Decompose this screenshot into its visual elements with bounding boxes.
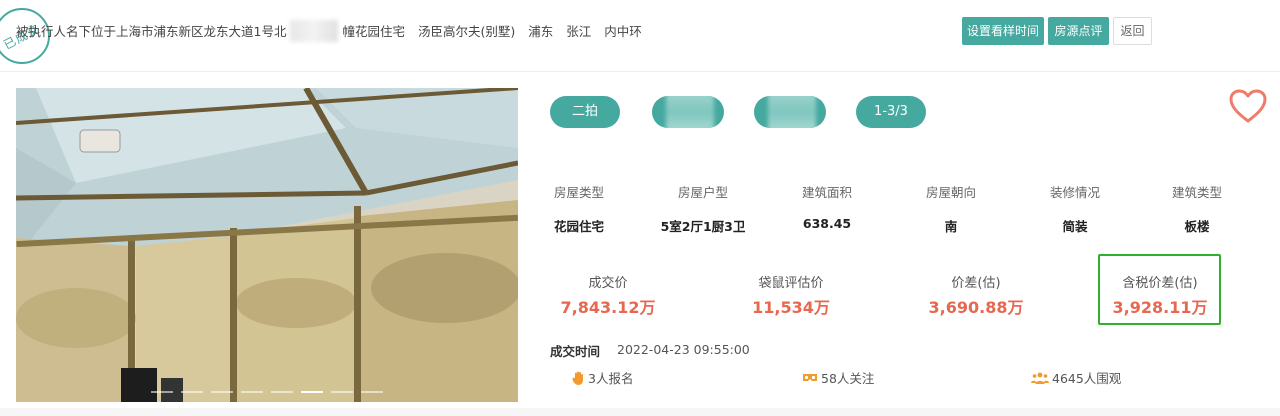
tag-district: 浦东 — [528, 24, 554, 39]
gallery-dot[interactable] — [271, 391, 293, 393]
gallery-dot[interactable] — [181, 391, 203, 393]
tag-area: 张江 — [566, 24, 592, 39]
auction-round-badge: 二拍 — [550, 96, 620, 128]
deal-time-value: 2022-04-23 09:55:00 — [617, 342, 750, 357]
attr-label-layout: 房屋户型 — [677, 185, 728, 200]
property-review-button[interactable]: 房源点评 — [1048, 17, 1109, 45]
attr-value-layout: 5室2厅1厨3卫 — [660, 219, 746, 234]
hand-icon — [572, 371, 583, 385]
gallery-dot[interactable] — [241, 391, 263, 393]
attr-label-house-type: 房屋类型 — [553, 185, 604, 200]
title-property-type: 幢花园住宅 — [342, 24, 405, 39]
favorite-heart-icon[interactable] — [1228, 88, 1268, 124]
attr-label-orientation: 房屋朝向 — [925, 185, 976, 200]
people-icon — [1031, 372, 1049, 384]
price-value-deal: 7,843.12万 — [560, 298, 656, 317]
follower-count-text: 58人关注 — [821, 371, 875, 386]
price-value-appraisal: 11,534万 — [752, 298, 830, 317]
vr-glasses-icon — [803, 373, 817, 381]
gallery-dot-active[interactable] — [301, 391, 323, 393]
gallery-dot[interactable] — [361, 391, 383, 393]
attr-label-area: 建筑面积 — [801, 185, 852, 200]
price-label-deal: 成交价 — [588, 276, 628, 291]
title-address: 被执行人名下位于上海市浦东新区龙东大道1号北 — [16, 24, 287, 39]
listing-header: 已成交 被执行人名下位于上海市浦东新区龙东大道1号北 幢花园住宅 汤臣高尔夫(别墅… — [0, 0, 1280, 72]
attr-value-building-type: 板楼 — [1184, 219, 1210, 234]
attr-label-building-type: 建筑类型 — [1171, 185, 1222, 200]
attr-value-area: 638.45 — [802, 216, 852, 231]
viewer-count: 4645人围观 — [1031, 368, 1121, 387]
tag-community: 汤臣高尔夫(别墅) — [417, 24, 516, 39]
price-value-diff: 3,690.88万 — [928, 298, 1024, 317]
redacted-badge — [652, 96, 724, 128]
tag-ring-road: 内中环 — [604, 24, 642, 39]
attr-value-orientation: 南 — [944, 219, 958, 234]
deal-time-label: 成交时间 — [550, 344, 601, 359]
price-label-diff: 价差(估) — [951, 276, 1001, 291]
redacted-badge — [754, 96, 826, 128]
attr-value-house-type: 花园住宅 — [553, 219, 604, 234]
sunroom-photo — [16, 88, 518, 402]
highlight-box — [1098, 254, 1221, 325]
property-photo[interactable] — [16, 88, 518, 402]
follower-count: 58人关注 — [802, 368, 874, 387]
section-divider — [0, 408, 1280, 416]
gallery-dot[interactable] — [211, 391, 233, 393]
price-label-appraisal: 袋鼠评估价 — [758, 276, 824, 291]
signup-count: 3人报名 — [572, 368, 633, 387]
signup-count-text: 3人报名 — [588, 371, 634, 386]
listing-title: 被执行人名下位于上海市浦东新区龙东大道1号北 幢花园住宅 汤臣高尔夫(别墅) 浦东… — [16, 20, 642, 42]
attr-label-decoration: 装修情况 — [1049, 185, 1100, 200]
attr-value-decoration: 简装 — [1062, 219, 1088, 234]
gallery-dot[interactable] — [151, 391, 173, 393]
gallery-indicators — [151, 391, 383, 393]
gallery-dot[interactable] — [331, 391, 353, 393]
back-button[interactable]: 返回 — [1113, 17, 1152, 45]
set-viewing-time-button[interactable]: 设置看样时间 — [962, 17, 1044, 45]
redacted-block — [290, 20, 339, 42]
viewer-count-text: 4645人围观 — [1052, 371, 1122, 386]
photo-counter-badge: 1-3/3 — [856, 96, 926, 128]
